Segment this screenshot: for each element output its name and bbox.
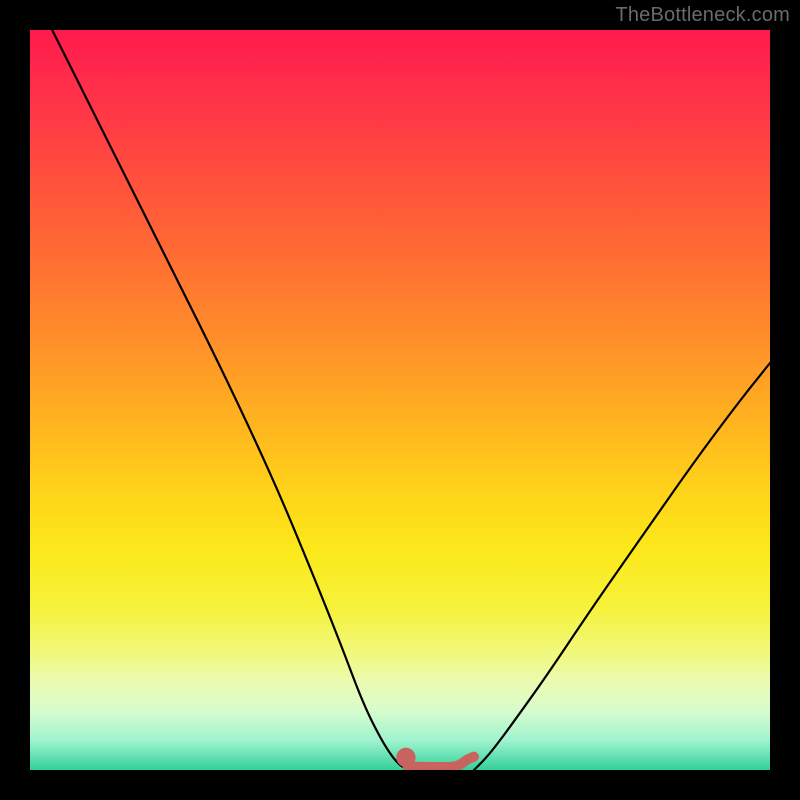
chart-frame: TheBottleneck.com [0,0,800,800]
chart-svg [30,30,770,770]
curve-left [52,30,407,770]
curve-right [474,363,770,770]
watermark-text: TheBottleneck.com [615,4,790,27]
curve-bottom-accent [407,757,474,767]
marker-left-dot [396,748,415,767]
plot-area [30,30,770,770]
